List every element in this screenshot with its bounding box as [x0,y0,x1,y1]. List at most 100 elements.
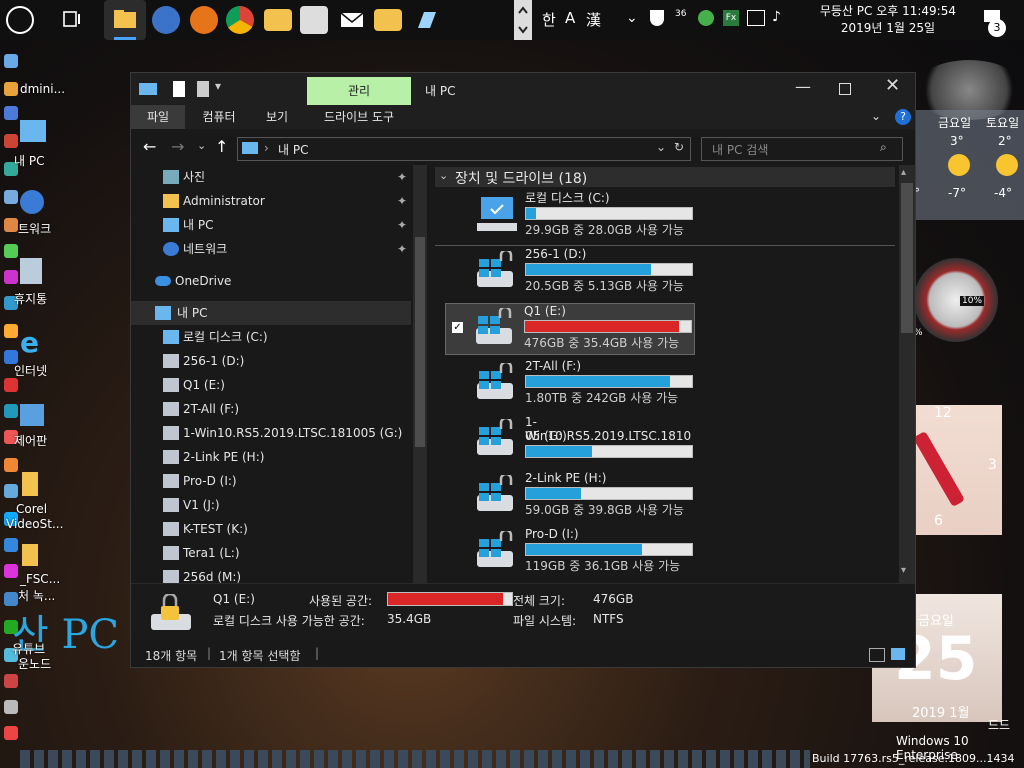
desktop-label-videost[interactable]: VideoSt... [6,517,63,531]
pin-icon[interactable]: ✦ [397,213,407,237]
address-dropdown-icon[interactable]: ⌄ [656,140,666,154]
drive-tile[interactable]: 1-Win10.RS5.2019.LTSC.1810 05 (G:) [447,415,693,465]
firefox-icon[interactable] [190,6,218,34]
nav-item-drive[interactable]: Tera1 (L:) [131,541,411,565]
properties-icon[interactable] [173,81,185,97]
app-icon[interactable] [412,6,440,34]
thispc-desktop-icon[interactable] [20,120,46,142]
nav-item-thispc[interactable]: 내 PC [131,301,411,325]
corel-icon[interactable] [22,472,38,496]
select-checkbox[interactable]: ✓ [452,322,463,333]
network-icon[interactable] [747,10,765,26]
desktop-label-corel[interactable]: Corel [16,502,47,516]
pin-icon[interactable]: ✦ [397,165,407,189]
start-button[interactable] [6,6,34,34]
chevron-up-icon[interactable] [514,0,532,40]
content-scrollbar[interactable]: ▴ ▾ [899,165,915,583]
clock[interactable]: 무등산 PC 오후 11:49:54 2019년 1월 25일 [820,3,956,37]
tab-file[interactable]: 파일 [131,105,185,129]
desktop-label-ie[interactable]: 인터넷 [14,362,47,379]
desktop-label-recycle[interactable]: 휴지통 [14,290,47,307]
tab-computer[interactable]: 컴퓨터 [189,105,249,129]
tray-count[interactable]: 36 [675,9,686,19]
nav-item-onedrive[interactable]: OneDrive [131,269,411,293]
recycle-bin-icon[interactable] [20,258,42,284]
speaker-icon[interactable]: ♪ [772,9,781,25]
nav-item-drive[interactable]: 2T-All (F:) [131,397,411,421]
nav-item-drive[interactable]: 256-1 (D:) [131,349,411,373]
ie-icon[interactable]: e [20,326,39,359]
drive-tile[interactable]: Pro-D (I:) 119GB 중 36.1GB 사용 가능 [447,527,693,577]
file-explorer-taskbar[interactable] [104,0,146,40]
tiles-view-icon[interactable] [891,648,905,660]
drive-tile[interactable]: 로컬 디스크 (C:) 29.9GB 중 28.0GB 사용 가능 [447,191,693,241]
folder2-icon[interactable] [374,9,402,31]
utorrent-icon[interactable] [698,10,714,26]
task-view-icon[interactable] [58,6,86,34]
minimize-button[interactable]: — [795,77,811,96]
control-panel-icon[interactable] [20,404,44,426]
nav-item-drive[interactable]: Q1 (E:) [131,373,411,397]
nav-item-drive[interactable]: Pro-D (I:) [131,469,411,493]
nav-item-drive[interactable]: 로컬 디스크 (C:) [131,325,411,349]
nav-scrollbar[interactable] [413,165,427,583]
nav-item-network[interactable]: 네트워크 ✦ [131,237,411,261]
group-header[interactable]: ⌄ 장치 및 드라이브 (18) [435,167,895,187]
qat-dropdown-icon[interactable]: ▾ [215,79,221,93]
scroll-up-icon[interactable]: ▴ [901,167,906,178]
ime-han[interactable]: 한 [542,9,556,30]
address-bar[interactable]: › 내 PC ⌄ ↻ [237,137,691,161]
network-desktop-icon[interactable] [20,190,44,214]
desktop-label-control[interactable]: 제어판 [14,432,47,449]
details-view-icon[interactable] [869,648,885,662]
globe-icon[interactable] [152,6,180,34]
back-button[interactable]: ← [143,137,156,156]
fx-icon[interactable]: Fx [723,10,739,26]
chrome-icon[interactable] [226,6,254,34]
tab-view[interactable]: 보기 [253,105,301,129]
up-button[interactable]: ↑ [215,137,228,156]
tab-manage[interactable]: 관리 [307,77,411,105]
nav-item-drive[interactable]: 2-Link PE (H:) [131,445,411,469]
content-scroll-thumb[interactable] [901,183,913,333]
desktop-label-network[interactable]: 트워크 [18,220,51,237]
desktop-label-fsc[interactable]: _FSC... [20,572,60,586]
refresh-icon[interactable]: ↻ [674,140,684,154]
drive-tile[interactable]: 256-1 (D:) 20.5GB 중 5.13GB 사용 가능 [447,247,693,297]
nav-item-administrator[interactable]: Administrator ✦ [131,189,411,213]
forward-button[interactable]: → [171,137,184,156]
drive-tile[interactable]: 2T-All (F:) 1.80TB 중 242GB 사용 가능 [447,359,693,409]
desktop-label-node[interactable]: 운노드 [18,655,51,672]
collapse-icon[interactable]: ⌄ [439,169,448,182]
desktop-label-admin[interactable]: dmini... [20,82,65,96]
recent-dropdown-icon[interactable]: ⌄ [197,139,206,152]
nav-item-drive[interactable]: V1 (J:) [131,493,411,517]
pin-icon[interactable]: ✦ [397,189,407,213]
expand-ribbon-icon[interactable]: ⌄ [871,109,881,123]
title-bar[interactable]: ▾ 관리 내 PC — ✕ [131,73,915,105]
drive-tile[interactable]: 2-Link PE (H:) 59.0GB 중 39.8GB 사용 가능 [447,471,693,521]
maximize-button[interactable] [839,83,851,95]
ime-hanja[interactable]: 漢 [586,9,601,30]
pin-icon[interactable]: ✦ [397,237,407,261]
shield-icon[interactable] [650,10,664,26]
nav-item-drive[interactable]: K-TEST (K:) [131,517,411,541]
desktop-label-thispc[interactable]: 내 PC [14,152,44,169]
nav-item-thispc-quick[interactable]: 내 PC ✦ [131,213,411,237]
drive-tile[interactable]: ✓ Q1 (E:) 476GB 중 35.4GB 사용 가능 [445,303,695,355]
tab-drive-tools[interactable]: 드라이브 도구 [311,105,407,129]
ime-a[interactable]: A [565,9,575,27]
fsc-icon[interactable] [22,544,38,566]
store-icon[interactable] [300,6,328,34]
new-file-icon[interactable] [197,81,209,97]
help-icon[interactable]: ? [895,109,911,125]
mail-icon[interactable] [338,6,366,34]
close-button[interactable]: ✕ [885,75,900,96]
folder-icon[interactable] [264,9,292,31]
chevron-down-icon[interactable]: ⌄ [626,10,638,26]
nav-scroll-thumb[interactable] [415,237,425,447]
nav-item-pictures[interactable]: 사진 ✦ [131,165,411,189]
nav-item-drive[interactable]: 1-Win10.RS5.2019.LTSC.181005 (G:) [131,421,411,445]
scroll-down-icon[interactable]: ▾ [901,565,906,576]
search-box[interactable]: 내 PC 검색 ⌕ [701,137,903,161]
